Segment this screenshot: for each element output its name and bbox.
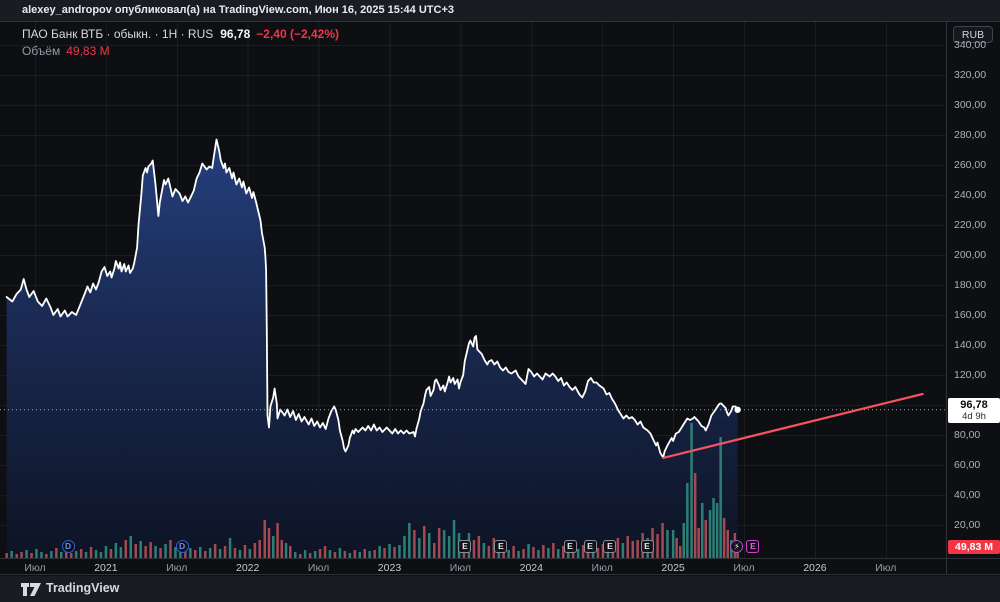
time-tick-label-2021: 2021 bbox=[94, 562, 118, 574]
chart-area: ПАО Банк ВТБ · обыкн. · 1Н · RUS 96,78 −2,… bbox=[0, 22, 1000, 575]
time-axis-separator bbox=[0, 558, 1000, 559]
price-tick-label: 260,00 bbox=[954, 158, 987, 171]
legend-row-symbol: ПАО Банк ВТБ · обыкн. · 1Н · RUS 96,78 −2,… bbox=[22, 27, 339, 41]
price-tick-label: 80,00 bbox=[954, 428, 981, 441]
price-tick-label: 220,00 bbox=[954, 218, 987, 231]
earnings-badge[interactable]: E bbox=[458, 540, 472, 553]
earnings-badge[interactable]: E bbox=[563, 540, 577, 553]
chart-legend: ПАО Банк ВТБ · обыкн. · 1Н · RUS 96,78 −2,… bbox=[22, 27, 339, 58]
price-tick-label: 320,00 bbox=[954, 68, 987, 81]
time-tick-label-Июл: Июл bbox=[875, 562, 897, 574]
bar-countdown: 4d 9h bbox=[962, 410, 986, 422]
current-volume-label: 49,83 М bbox=[948, 540, 1000, 554]
time-tick-label-Июл: Июл bbox=[591, 562, 613, 574]
price-tick-label: 120,00 bbox=[954, 368, 987, 381]
dividend-badge[interactable]: D bbox=[175, 540, 189, 553]
earnings-badge[interactable]: E bbox=[494, 540, 508, 553]
current-price-value: 96,78 bbox=[960, 398, 988, 411]
price-tick-label: 200,00 bbox=[954, 248, 987, 261]
price-tick-label: 160,00 bbox=[954, 308, 987, 321]
footer-bar: TradingView bbox=[0, 576, 1000, 602]
current-price-label: 96,78 4d 9h bbox=[948, 397, 1000, 423]
time-tick-label-2022: 2022 bbox=[236, 562, 260, 574]
volume-label: Объём bbox=[22, 44, 61, 58]
legend-row-volume: Объём 49,83 М bbox=[22, 44, 339, 58]
upcoming-earnings-badge[interactable]: E bbox=[746, 540, 760, 553]
time-tick-label-Июл: Июл bbox=[166, 562, 188, 574]
earnings-badge[interactable]: E bbox=[640, 540, 654, 553]
last-price-marker bbox=[734, 406, 741, 413]
time-tick-label-2024: 2024 bbox=[519, 562, 543, 574]
earnings-badge[interactable]: E bbox=[583, 540, 597, 553]
price-tick-label: 240,00 bbox=[954, 188, 987, 201]
price-tick-label: 40,00 bbox=[954, 488, 981, 501]
time-tick-label-2025: 2025 bbox=[661, 562, 685, 574]
tradingview-brand-name[interactable]: TradingView bbox=[46, 581, 119, 595]
dividend-badge[interactable]: D bbox=[61, 540, 75, 553]
price-tick-label: 280,00 bbox=[954, 128, 987, 141]
price-tick-label: 60,00 bbox=[954, 458, 981, 471]
price-change: −2,40 (−2,42%) bbox=[256, 27, 340, 41]
price-axis[interactable]: RUB 340,00 320,00 300,00 280,00 260,00 240,00… bbox=[946, 22, 1000, 575]
symbol-title: ПАО Банк ВТБ · обыкн. · 1Н · RUS bbox=[22, 27, 214, 41]
time-tick-label-2023: 2023 bbox=[377, 562, 402, 574]
publication-bar: alexey_andropov опубликовал(а) на Tradin… bbox=[0, 0, 1000, 22]
time-tick-label-Июл: Июл bbox=[307, 562, 330, 574]
price-tick-label: 180,00 bbox=[954, 278, 987, 291]
price-area-fill bbox=[6, 139, 738, 558]
tradingview-logo-icon[interactable] bbox=[20, 582, 42, 597]
price-tick-label: 140,00 bbox=[954, 338, 987, 351]
time-tick-label-Июл: Июл bbox=[733, 562, 755, 574]
time-tick-label-Июл: Июл bbox=[24, 562, 46, 574]
earnings-badge[interactable]: E bbox=[603, 540, 617, 553]
publication-text: alexey_andropov опубликовал(а) на Tradin… bbox=[22, 4, 454, 16]
time-tick-label-2026: 2026 bbox=[803, 562, 827, 574]
price-chart-canvas[interactable] bbox=[0, 22, 946, 558]
price-tick-label: 20,00 bbox=[954, 518, 981, 531]
price-tick-label: 300,00 bbox=[954, 98, 987, 111]
price-tick-label: 340,00 bbox=[954, 38, 987, 51]
time-tick-label-Июл: Июл bbox=[449, 562, 472, 574]
last-price: 96,78 bbox=[220, 27, 251, 41]
volume-value: 49,83 М bbox=[66, 44, 110, 58]
tradingview-published-chart: alexey_andropov опубликовал(а) на Tradin… bbox=[0, 0, 1000, 602]
